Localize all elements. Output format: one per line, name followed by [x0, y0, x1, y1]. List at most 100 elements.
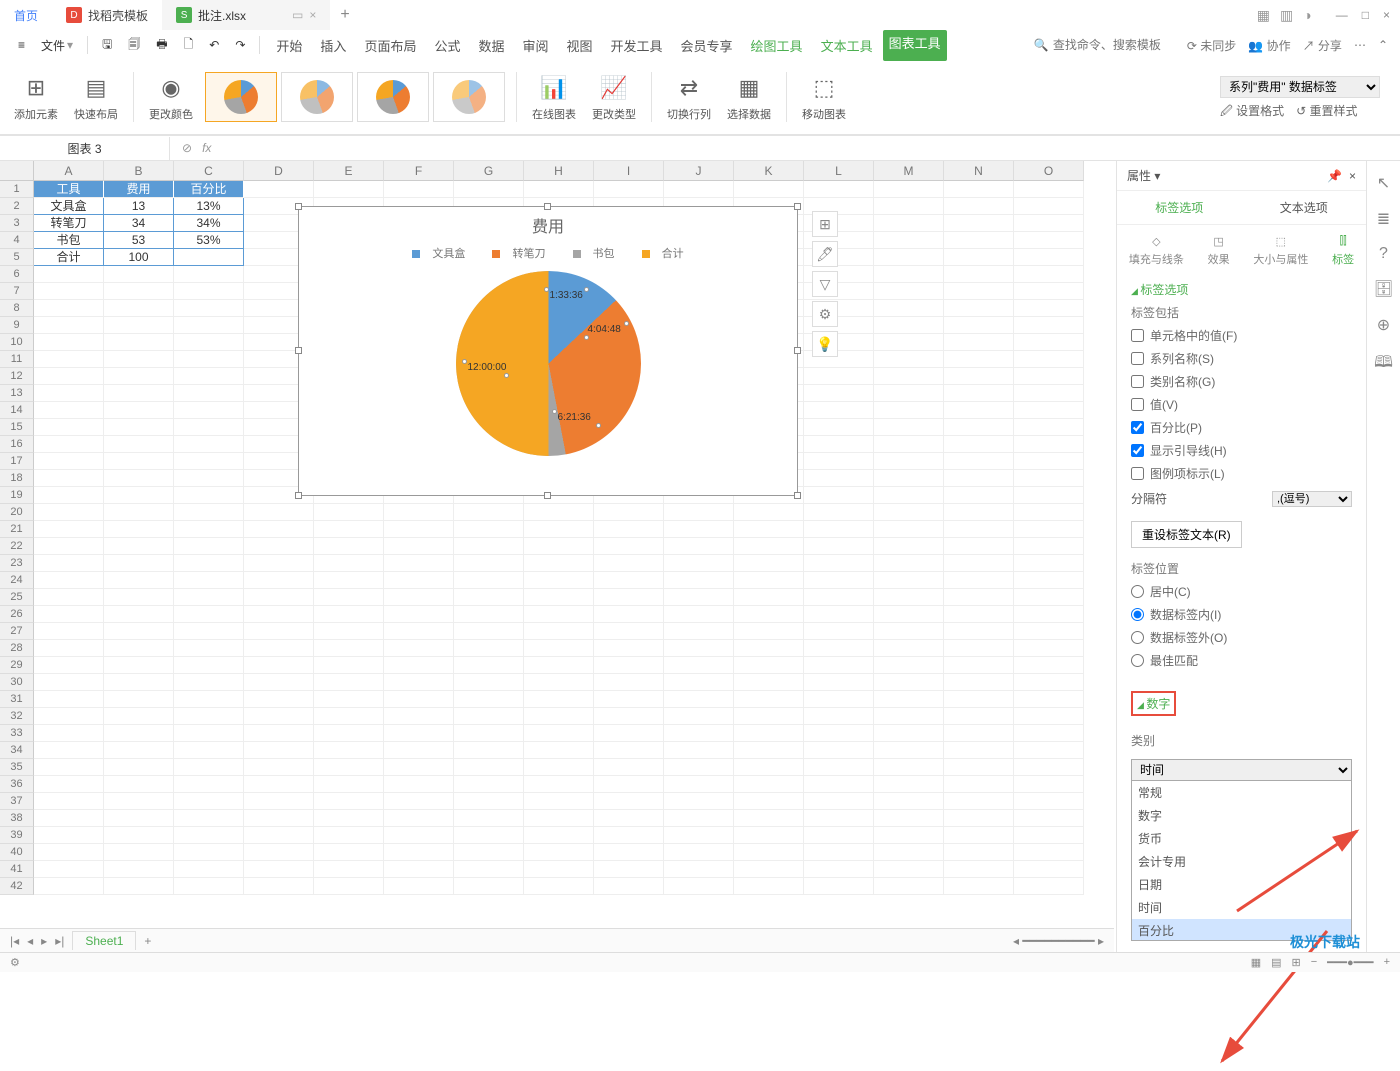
- cell[interactable]: [804, 776, 874, 793]
- cell[interactable]: [734, 742, 804, 759]
- cell[interactable]: [1014, 300, 1084, 317]
- category-select[interactable]: 时间: [1131, 759, 1352, 781]
- save-icon[interactable]: 🖫: [96, 31, 118, 60]
- cell[interactable]: [1014, 351, 1084, 368]
- cell[interactable]: [384, 521, 454, 538]
- cell[interactable]: [1014, 810, 1084, 827]
- print-icon[interactable]: 🖶: [150, 31, 173, 60]
- cell[interactable]: [384, 878, 454, 895]
- label-d[interactable]: 12:00:00: [466, 361, 509, 374]
- cell[interactable]: [244, 589, 314, 606]
- menutab-charttools[interactable]: 图表工具: [883, 30, 947, 61]
- cell[interactable]: [174, 283, 244, 300]
- tab-close-icon[interactable]: ×: [309, 8, 316, 22]
- cell[interactable]: [174, 266, 244, 283]
- row-hdr[interactable]: 12: [0, 368, 34, 385]
- cell[interactable]: [874, 657, 944, 674]
- cell[interactable]: [244, 674, 314, 691]
- menutab-review[interactable]: 审阅: [514, 30, 556, 61]
- cell[interactable]: [314, 827, 384, 844]
- cell[interactable]: [454, 606, 524, 623]
- more-icon[interactable]: ⋯: [1354, 38, 1366, 52]
- cell[interactable]: [664, 504, 734, 521]
- cell[interactable]: [104, 725, 174, 742]
- cell[interactable]: [104, 555, 174, 572]
- cell[interactable]: [1014, 402, 1084, 419]
- cell[interactable]: [104, 623, 174, 640]
- cell[interactable]: [454, 844, 524, 861]
- chk-percent[interactable]: 百分比(P): [1131, 419, 1352, 436]
- cell[interactable]: [944, 504, 1014, 521]
- cell[interactable]: [104, 436, 174, 453]
- row-hdr[interactable]: 22: [0, 538, 34, 555]
- cell[interactable]: [804, 878, 874, 895]
- cell[interactable]: [804, 470, 874, 487]
- cell[interactable]: [594, 742, 664, 759]
- cell[interactable]: [804, 521, 874, 538]
- row-hdr[interactable]: 5: [0, 249, 34, 266]
- chart-filter-icon[interactable]: ▽: [812, 271, 838, 297]
- cell[interactable]: [524, 810, 594, 827]
- cell[interactable]: [1014, 215, 1084, 232]
- cell[interactable]: [174, 504, 244, 521]
- saveas-icon[interactable]: 🗐: [122, 31, 146, 60]
- row-hdr[interactable]: 24: [0, 572, 34, 589]
- row-hdr[interactable]: 15: [0, 419, 34, 436]
- cell[interactable]: [944, 623, 1014, 640]
- cell[interactable]: [174, 810, 244, 827]
- cell[interactable]: [244, 555, 314, 572]
- cell[interactable]: [104, 878, 174, 895]
- cell[interactable]: [454, 861, 524, 878]
- cell[interactable]: [944, 215, 1014, 232]
- cell[interactable]: [1014, 759, 1084, 776]
- cell[interactable]: [734, 504, 804, 521]
- cell[interactable]: [664, 589, 734, 606]
- menutab-formula[interactable]: 公式: [426, 30, 468, 61]
- search-box[interactable]: 🔍: [1034, 38, 1173, 52]
- cell[interactable]: 文具盒: [34, 198, 104, 215]
- cell[interactable]: [174, 436, 244, 453]
- cell[interactable]: [384, 827, 454, 844]
- view-page-icon[interactable]: ▤: [1271, 956, 1281, 969]
- cell[interactable]: [384, 504, 454, 521]
- cell[interactable]: [664, 810, 734, 827]
- grid1-icon[interactable]: ▦: [1257, 7, 1270, 24]
- cell[interactable]: [1014, 317, 1084, 334]
- reset-format[interactable]: ↺ 重置样式: [1296, 102, 1357, 119]
- switch-rowcol[interactable]: ⇄切换行列: [663, 72, 715, 122]
- cell[interactable]: [944, 198, 1014, 215]
- row-hdr[interactable]: 38: [0, 810, 34, 827]
- cell[interactable]: [944, 606, 1014, 623]
- chk-leader[interactable]: 显示引导线(H): [1131, 442, 1352, 459]
- menutab-draw[interactable]: 绘图工具: [743, 30, 811, 61]
- cell[interactable]: [314, 759, 384, 776]
- cell[interactable]: [454, 708, 524, 725]
- cell[interactable]: [384, 844, 454, 861]
- cell[interactable]: [34, 878, 104, 895]
- cell[interactable]: [594, 589, 664, 606]
- rpane-close-icon[interactable]: ×: [1349, 169, 1356, 183]
- cell[interactable]: [384, 640, 454, 657]
- cell[interactable]: [734, 589, 804, 606]
- cell[interactable]: [804, 742, 874, 759]
- cell[interactable]: [944, 793, 1014, 810]
- cell[interactable]: [174, 844, 244, 861]
- cell[interactable]: [34, 402, 104, 419]
- cell[interactable]: [34, 538, 104, 555]
- cell[interactable]: [874, 436, 944, 453]
- cell[interactable]: [174, 300, 244, 317]
- col-E[interactable]: E: [314, 161, 384, 181]
- share-button[interactable]: ↗ 分享: [1303, 37, 1342, 54]
- label-b[interactable]: 4:04:48: [586, 323, 623, 336]
- cell[interactable]: [314, 708, 384, 725]
- cell[interactable]: [34, 436, 104, 453]
- cell[interactable]: [314, 589, 384, 606]
- cell[interactable]: [594, 181, 664, 198]
- cell[interactable]: [594, 691, 664, 708]
- cell[interactable]: [174, 861, 244, 878]
- rail-layers-icon[interactable]: ≣: [1377, 209, 1390, 229]
- cell[interactable]: [1014, 538, 1084, 555]
- cell[interactable]: [454, 878, 524, 895]
- cell[interactable]: [1014, 623, 1084, 640]
- cell[interactable]: [34, 657, 104, 674]
